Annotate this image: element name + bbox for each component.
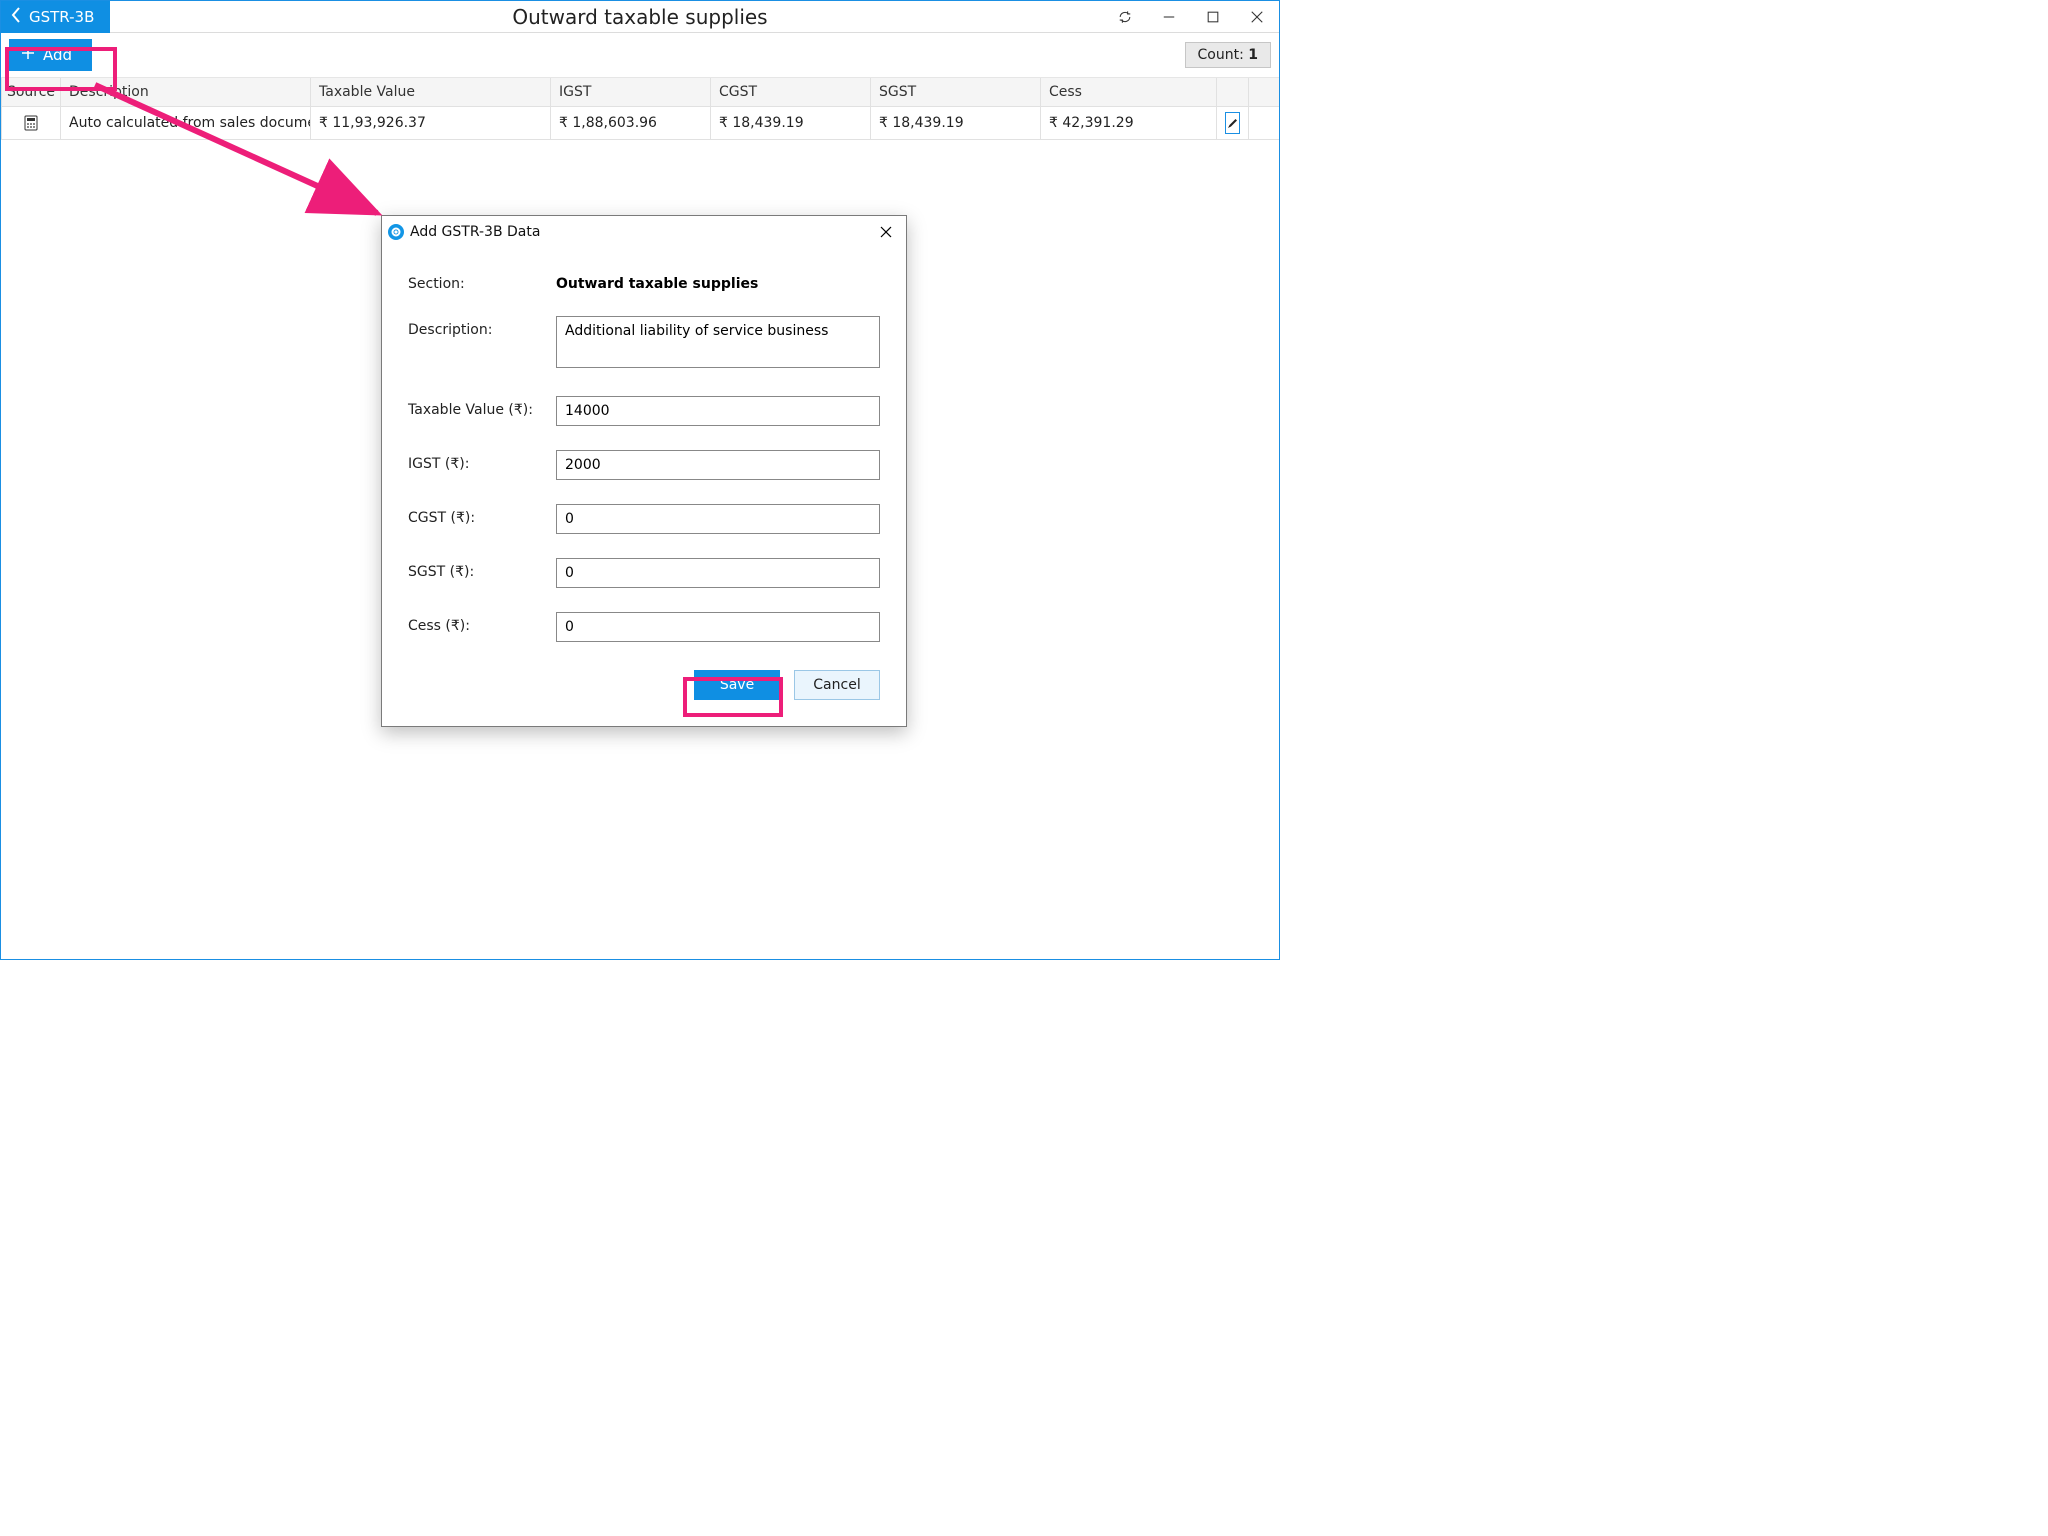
close-icon <box>880 226 892 238</box>
cancel-button[interactable]: Cancel <box>794 670 880 700</box>
plus-icon <box>21 46 35 64</box>
dialog-body: Section: Outward taxable supplies Descri… <box>382 248 906 670</box>
column-cgst[interactable]: CGST <box>711 78 871 106</box>
add-data-dialog: Add GSTR-3B Data Section: Outward taxabl… <box>381 215 907 727</box>
close-window-button[interactable] <box>1235 1 1279 33</box>
maximize-icon <box>1206 10 1220 24</box>
count-badge: Count: 1 <box>1185 42 1272 68</box>
title-bar: GSTR-3B Outward taxable supplies <box>1 1 1279 33</box>
column-sgst[interactable]: SGST <box>871 78 1041 106</box>
igst-field[interactable] <box>556 450 880 480</box>
label-igst: IGST (₹): <box>408 450 556 472</box>
cgst-field[interactable] <box>556 504 880 534</box>
row-sgst: ₹ 18,439.19 <box>871 107 1041 139</box>
column-taxable-value[interactable]: Taxable Value <box>311 78 551 106</box>
source-icon-cell <box>1 107 61 139</box>
edit-row-button[interactable] <box>1225 112 1240 134</box>
row-igst: ₹ 1,88,603.96 <box>551 107 711 139</box>
row-taxable-value: ₹ 11,93,926.37 <box>311 107 551 139</box>
label-taxable-value: Taxable Value (₹): <box>408 396 556 418</box>
back-button[interactable]: GSTR-3B <box>1 1 110 33</box>
count-label: Count: <box>1198 47 1249 63</box>
data-grid: Source Description Taxable Value IGST CG… <box>1 78 1279 140</box>
app-icon <box>388 224 404 240</box>
taxable-value-field[interactable] <box>556 396 880 426</box>
close-icon <box>1250 10 1264 24</box>
dialog-header: Add GSTR-3B Data <box>382 216 906 248</box>
minimize-button[interactable] <box>1147 1 1191 33</box>
label-cgst: CGST (₹): <box>408 504 556 526</box>
count-value: 1 <box>1248 47 1258 63</box>
label-sgst: SGST (₹): <box>408 558 556 580</box>
column-actions <box>1217 78 1249 106</box>
save-button[interactable]: Save <box>694 670 780 700</box>
value-section: Outward taxable supplies <box>556 270 880 292</box>
toolbar: Add Count: 1 <box>1 33 1279 78</box>
window-controls <box>1103 1 1279 33</box>
label-cess: Cess (₹): <box>408 612 556 634</box>
dialog-footer: Save Cancel <box>382 670 906 726</box>
column-cess[interactable]: Cess <box>1041 78 1217 106</box>
back-label: GSTR-3B <box>29 8 94 26</box>
refresh-button[interactable] <box>1103 1 1147 33</box>
sgst-field[interactable] <box>556 558 880 588</box>
column-description[interactable]: Description <box>61 78 311 106</box>
minimize-icon <box>1162 10 1176 24</box>
column-source[interactable]: Source <box>1 78 61 106</box>
page-title: Outward taxable supplies <box>1 1 1279 32</box>
row-description: Auto calculated from sales docume <box>61 107 311 139</box>
table-row[interactable]: Auto calculated from sales docume ₹ 11,9… <box>1 107 1279 140</box>
column-igst[interactable]: IGST <box>551 78 711 106</box>
chevron-left-icon <box>11 7 21 27</box>
description-field[interactable] <box>556 316 880 368</box>
add-button[interactable]: Add <box>9 39 92 71</box>
maximize-button[interactable] <box>1191 1 1235 33</box>
label-description: Description: <box>408 316 556 338</box>
add-label: Add <box>43 46 72 64</box>
label-section: Section: <box>408 270 556 292</box>
row-cess: ₹ 42,391.29 <box>1041 107 1217 139</box>
cess-field[interactable] <box>556 612 880 642</box>
calculator-icon <box>23 115 39 131</box>
row-actions <box>1217 107 1249 139</box>
grid-header: Source Description Taxable Value IGST CG… <box>1 78 1279 107</box>
row-cgst: ₹ 18,439.19 <box>711 107 871 139</box>
dialog-title: Add GSTR-3B Data <box>410 224 540 240</box>
pencil-icon <box>1227 117 1239 129</box>
refresh-icon <box>1118 10 1132 24</box>
close-dialog-button[interactable] <box>874 220 898 244</box>
